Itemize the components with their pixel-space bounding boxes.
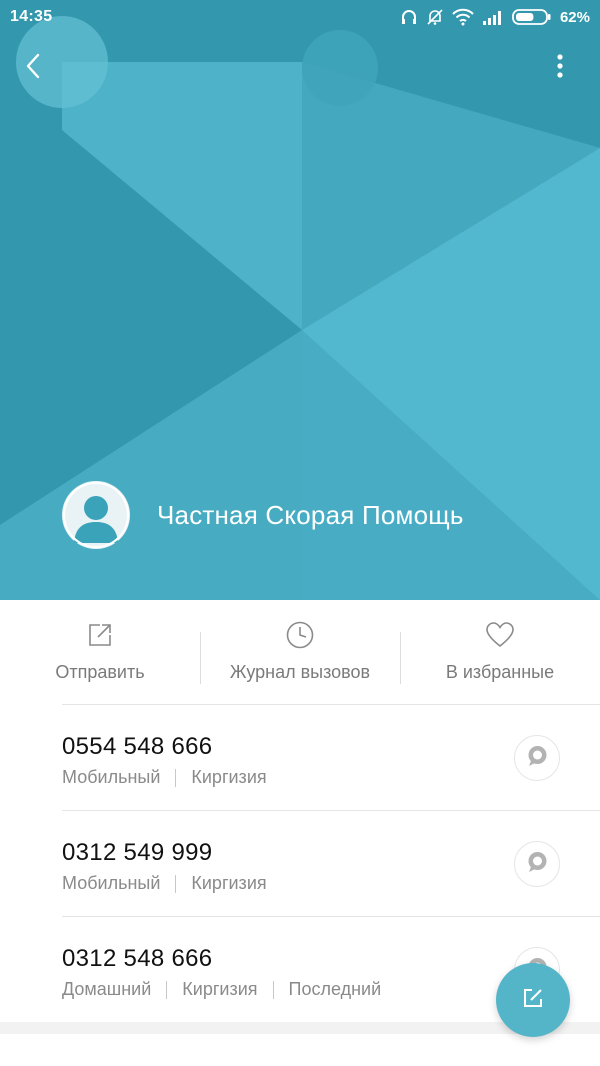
- call-log-action-button[interactable]: Журнал вызовов: [200, 600, 400, 704]
- back-button[interactable]: [14, 48, 54, 88]
- meta-separator: [166, 980, 168, 999]
- phone-recent-label: Последний: [288, 979, 382, 999]
- phone-number: 0554 548 666: [62, 733, 213, 760]
- phone-country: Киргизия: [182, 979, 258, 999]
- contact-actions: Отправить Журнал вызовов В избранные: [0, 600, 600, 704]
- phone-type: Мобильный: [62, 767, 161, 787]
- call-log-action-label: Журнал вызовов: [229, 662, 371, 682]
- headphones-icon: [400, 8, 418, 26]
- phone-row[interactable]: 0312 549 999 Мобильный Киргизия: [0, 811, 600, 916]
- clock-icon: [285, 620, 315, 650]
- favorites-action-label: В избранные: [445, 662, 555, 682]
- action-divider: [200, 632, 201, 684]
- message-button[interactable]: [514, 735, 560, 781]
- share-action-label: Отправить: [55, 662, 145, 682]
- contact-header: 14:35 62% Частная Скорая Помощь: [0, 0, 600, 600]
- phone-meta: Домашний Киргизия Последний: [62, 979, 381, 1000]
- avatar[interactable]: [62, 481, 130, 549]
- action-divider: [400, 632, 401, 684]
- bell-off-icon: [426, 8, 444, 26]
- phone-meta: Мобильный Киргизия: [62, 873, 267, 894]
- status-time: 14:35: [10, 8, 53, 25]
- heart-icon: [485, 620, 515, 650]
- meta-separator: [175, 874, 177, 893]
- contact-name: Частная Скорая Помощь: [157, 500, 464, 530]
- message-button[interactable]: [514, 841, 560, 887]
- chevron-left-icon: [24, 52, 44, 85]
- share-icon: [85, 620, 115, 650]
- phone-meta: Мобильный Киргизия: [62, 767, 267, 788]
- phone-country: Киргизия: [191, 873, 267, 893]
- battery-icon: [512, 8, 552, 26]
- phone-type: Мобильный: [62, 873, 161, 893]
- phone-row[interactable]: 0554 548 666 Мобильный Киргизия: [0, 705, 600, 810]
- battery-percent: 62%: [559, 8, 590, 26]
- edit-icon: [521, 986, 545, 1015]
- phone-type: Домашний: [62, 979, 152, 999]
- more-vertical-icon: [556, 53, 564, 84]
- phone-country: Киргизия: [191, 767, 267, 787]
- meta-separator: [272, 980, 274, 999]
- phone-number: 0312 549 999: [62, 839, 213, 866]
- meta-separator: [175, 768, 177, 787]
- signal-icon: [482, 9, 504, 25]
- status-icons: 62%: [400, 6, 590, 28]
- status-bar: 14:35 62%: [0, 0, 600, 34]
- phone-number: 0312 548 666: [62, 945, 213, 972]
- share-action-button[interactable]: Отправить: [0, 600, 200, 704]
- message-bubble-icon: [525, 744, 549, 773]
- more-options-button[interactable]: [540, 48, 580, 88]
- edit-contact-button[interactable]: [496, 963, 570, 1037]
- wifi-icon: [452, 8, 474, 26]
- message-bubble-icon: [525, 850, 549, 879]
- favorites-action-button[interactable]: В избранные: [400, 600, 600, 704]
